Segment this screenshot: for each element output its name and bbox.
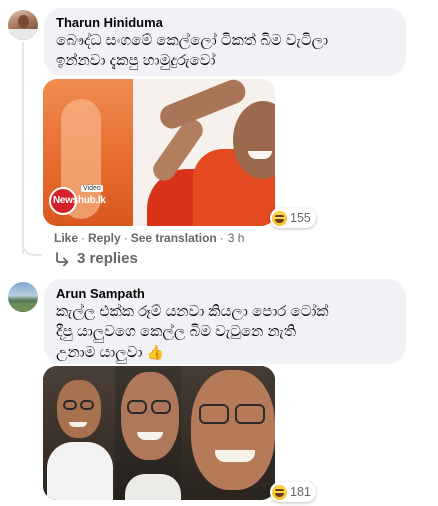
comment-text-line: ඉන්නවා දැකපු හාමුදුරුවෝ [56,52,216,69]
reaction-count: 155 [290,211,311,225]
action-separator: · [123,231,128,245]
reply-button[interactable]: Reply [88,231,121,245]
news-logo-tag: Video [81,185,103,192]
reaction-summary[interactable]: 181 [270,482,316,502]
reaction-summary[interactable]: 155 [270,208,316,228]
news-logo: Newshub.lk Video [49,185,107,215]
reply-arrow-icon [56,251,69,266]
view-replies-link[interactable]: 3 replies [54,250,138,267]
avatar-landscape [8,303,38,312]
thread-connector-line [22,42,24,254]
photo-smile [69,422,87,427]
photo-shirt [125,474,181,500]
avatar-shirt [8,29,38,40]
comment-photo[interactable]: Newshub.lk Video [43,79,275,226]
comment-bubble: Arun Sampath කැල්ල එක්ක රූම් යනවා කියලා … [44,279,406,364]
haha-reaction-icon [272,210,287,226]
like-button[interactable]: Like [54,231,78,245]
photo-glasses [235,404,265,424]
comment-bubble: Tharun Hiniduma බෞද්ධ සංගමේ කෙල්ලෝ ටිකත්… [44,8,406,76]
photo-face [57,380,101,438]
photo-smile [215,450,255,462]
replies-count-label: 3 replies [77,250,138,267]
comment-text-line: උනාම යාලුවා 👍 [56,342,394,363]
photo-face [121,372,179,460]
photo-glasses [151,400,171,414]
photo-glasses [127,400,147,414]
haha-reaction-icon [272,484,287,500]
action-separator: · [81,231,86,245]
comment-timestamp[interactable]: 3 h [228,231,245,245]
reaction-count: 181 [290,485,311,499]
avatar-face [18,15,29,28]
comment-text-line: බෞද්ධ සංගමේ කෙල්ලෝ ටිකත් බිම වැටිලා [56,32,329,49]
photo-shirt [47,442,113,500]
photo-glasses [63,400,77,410]
avatar[interactable] [8,10,38,40]
avatar[interactable] [8,282,38,312]
photo-glasses [80,400,94,410]
photo-smile [137,432,163,440]
comment-text-line: කැල්ල එක්ක රූම් යනවා කියලා පොර ටෝක් [56,303,329,320]
news-logo-text: Newshub.lk [53,195,106,206]
comment-author[interactable]: Tharun Hiniduma [56,14,394,31]
comment-author[interactable]: Arun Sampath [56,285,394,302]
comment-actions: Like · Reply · See translation · 3 h [54,231,244,245]
see-translation-link[interactable]: See translation [131,231,217,245]
photo-face [191,370,275,490]
thumbs-up-icon: 👍 [146,344,165,360]
comment-photo[interactable] [43,366,275,500]
photo-glasses [199,404,229,424]
action-separator: · [219,231,224,245]
comment-text-line: දීපු යාලුවගෙ කෙල්ල බිම වැටුනෙ නැති [56,323,297,340]
comment-text-segment: උනාම යාලුවා [56,344,143,361]
reply-connector-curve [22,236,42,256]
